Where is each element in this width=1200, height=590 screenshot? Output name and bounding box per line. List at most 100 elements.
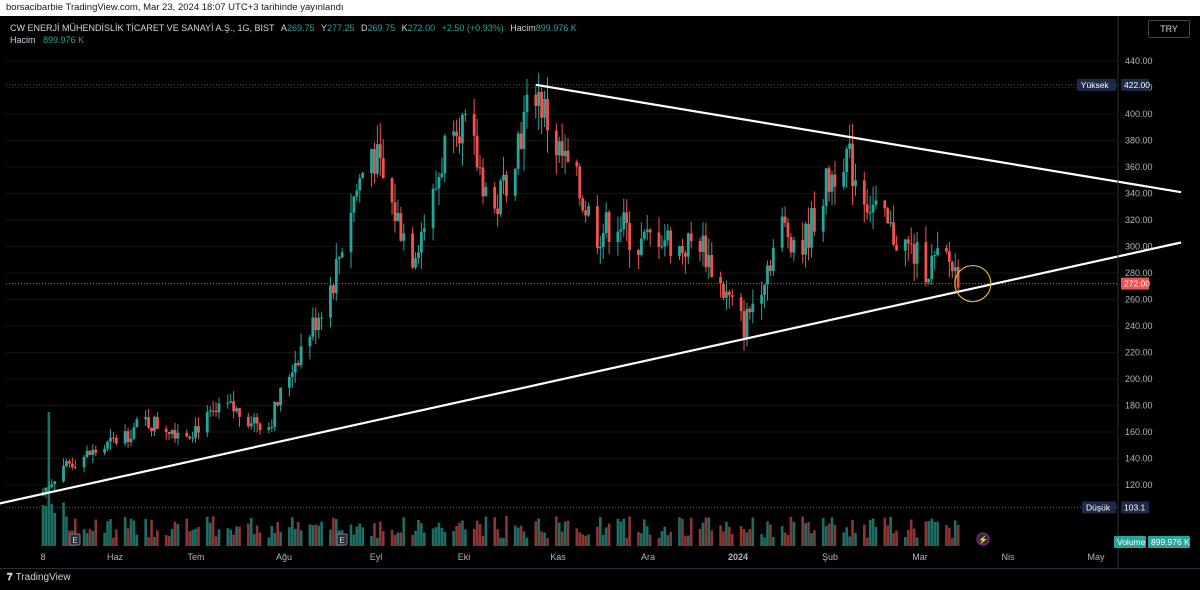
trendline <box>0 241 1182 505</box>
volume-bar <box>502 537 505 546</box>
high-label-name: Yüksek <box>1081 80 1110 90</box>
volume-bar <box>109 519 112 546</box>
x-tick-label: Eki <box>458 552 471 562</box>
candle-body <box>895 244 898 251</box>
candle-body <box>267 427 271 430</box>
candle-body <box>924 242 928 283</box>
candle-body <box>595 206 599 249</box>
volume-bar <box>848 536 851 546</box>
volume-bar <box>115 529 118 546</box>
volume-bar <box>106 521 109 546</box>
volume-bar <box>153 536 156 546</box>
candle-body <box>53 481 57 485</box>
candle-body <box>331 285 335 294</box>
x-tick-label: Mar <box>912 552 928 562</box>
candle-body <box>129 438 133 443</box>
volume-bar <box>862 524 866 546</box>
candle-body <box>927 278 931 283</box>
volume-bar <box>288 527 291 546</box>
candle-body <box>637 249 640 255</box>
volume-bar <box>170 528 174 546</box>
candle-body <box>340 252 344 258</box>
volume-bar <box>728 526 731 546</box>
volume-bar <box>865 537 869 546</box>
volume-bar <box>924 521 928 546</box>
candle-body <box>475 135 479 168</box>
x-tick-label: Haz <box>107 552 124 562</box>
candle-body <box>393 202 397 222</box>
candle-body <box>111 437 115 439</box>
volume-bar <box>845 527 848 546</box>
candle-body <box>543 98 546 118</box>
volume-bar <box>232 534 235 546</box>
candle-body <box>575 161 579 167</box>
volume-bar <box>329 529 332 546</box>
candle-body <box>299 346 303 366</box>
candle-body <box>126 431 130 443</box>
volume-bar <box>927 521 931 546</box>
candle-body <box>915 242 919 264</box>
volume-bar <box>65 516 68 546</box>
x-tick-label: 2024 <box>728 552 748 562</box>
volume-bar <box>229 529 233 546</box>
candle-body <box>188 436 192 439</box>
volume-bar <box>821 518 825 546</box>
volume-bar <box>434 527 438 546</box>
x-tick-label: 8 <box>40 552 45 562</box>
candle-body <box>176 432 180 439</box>
volume-bar <box>827 523 831 546</box>
volume-bar <box>44 505 48 546</box>
volume-bar <box>132 520 136 546</box>
candle-body <box>865 204 869 213</box>
candle-body <box>950 261 954 272</box>
candle-body <box>519 133 523 149</box>
volume-bar <box>686 535 690 546</box>
volume-bar <box>399 532 403 546</box>
volume-bar <box>892 533 895 546</box>
volume-bar <box>751 517 755 546</box>
y-tick-label: 440.00 <box>1125 56 1153 66</box>
candle-body <box>792 240 796 253</box>
candle-body <box>683 252 687 257</box>
tradingview-logo[interactable]: 𝟕 TradingView <box>7 572 71 583</box>
candle-body <box>534 94 538 107</box>
candle-body <box>619 229 623 232</box>
volume-bar <box>390 529 394 546</box>
candle-body <box>472 114 476 136</box>
candle-body <box>727 291 731 296</box>
candle-body <box>106 441 109 449</box>
volume-bar <box>684 536 687 546</box>
volume-bar <box>534 521 538 546</box>
volume-bar <box>813 530 816 546</box>
candle-body <box>229 401 233 403</box>
volume-bar <box>332 517 335 546</box>
volume-bar <box>214 536 218 546</box>
x-tick-label: Tem <box>187 552 204 562</box>
volume-bar <box>710 530 714 546</box>
volume-bar <box>376 537 379 546</box>
candle-body <box>745 308 749 338</box>
volume-bar <box>252 534 256 546</box>
volume-bar <box>513 525 517 546</box>
volume-bar <box>299 530 303 546</box>
volume-bar <box>147 537 150 546</box>
volume-bar <box>296 522 300 546</box>
volume-bar <box>82 529 86 546</box>
volume-bar <box>707 517 711 546</box>
candle-body <box>845 148 849 173</box>
volume-bar <box>496 529 499 546</box>
candle-body <box>851 143 854 187</box>
candle-body <box>317 317 321 331</box>
candle-body <box>516 133 520 169</box>
candle-body <box>760 294 764 304</box>
volume-bar <box>411 534 414 546</box>
volume-bar <box>930 518 934 546</box>
candle-body <box>226 402 230 404</box>
volume-bar <box>238 526 241 546</box>
candle-body <box>185 432 189 437</box>
price-chart[interactable]: 120.00 140.00 160.00 180.00 200.00 220.00 240.… <box>0 16 1200 568</box>
candle-body <box>587 206 590 216</box>
candle-body <box>525 94 529 112</box>
candle-body <box>381 158 385 179</box>
volume-bar <box>349 524 353 546</box>
